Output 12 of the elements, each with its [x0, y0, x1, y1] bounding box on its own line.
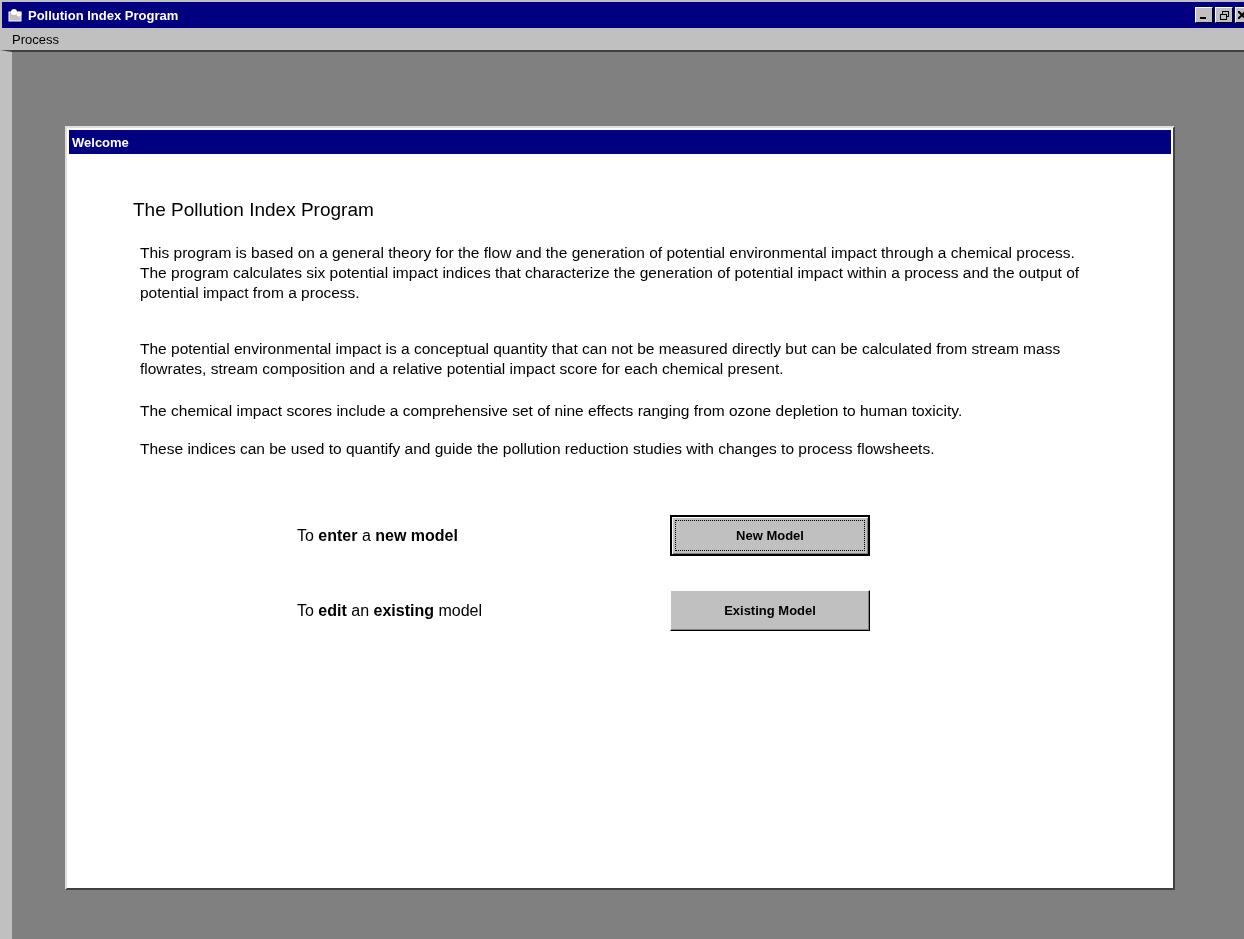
existing-model-button[interactable]: Existing Model	[670, 590, 870, 631]
window-title: Welcome	[72, 134, 129, 150]
prompt-text: To edit an existing model	[297, 601, 483, 620]
paragraph: The potential environmental impact is a conceptual quantity that can not be measured directly but can be calculated from stream mass flowrates, stream composition and a relative potential impact score for each chemical present.	[140, 339, 1062, 379]
paragraph: The chemical impact scores include a comprehensive set of nine effects ranging from ozone depletion to human toxicity.	[140, 401, 964, 421]
paragraph: These indices can be used to quantify and guide the pollution reduction studies with changes to process flowsheets.	[140, 439, 936, 459]
heading: The Pollution Index Program	[133, 199, 375, 221]
window-title: Pollution Index Program	[28, 7, 180, 23]
menu-item[interactable]: Process	[12, 31, 59, 47]
paragraph: This program is based on a general theory for the flow and the generation of potential environmental impact through a chemical process. The program calculates six potential impact indices that characterize the generation of potential impact within a process and the output of potential impact from a process.	[140, 243, 1081, 303]
prompt-text: To enter a new model	[297, 526, 459, 545]
new-model-button[interactable]: New Model	[670, 515, 870, 556]
